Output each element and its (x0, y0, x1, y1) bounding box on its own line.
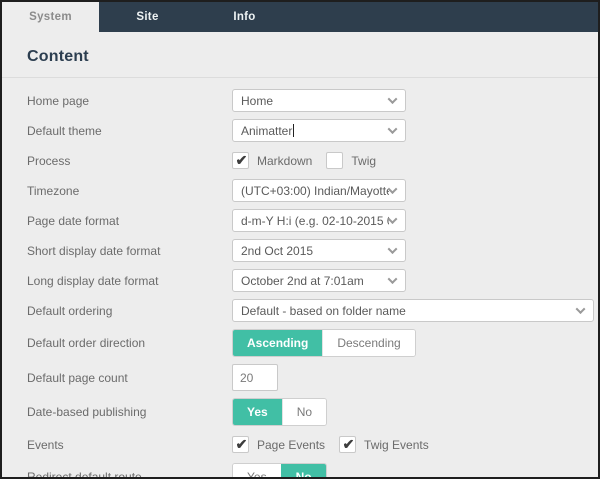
page-date-format-select[interactable]: d-m-Y H:i (e.g. 02-10-2015 07:01) (232, 209, 406, 232)
chevron-down-icon (576, 304, 586, 314)
chevron-down-icon (388, 244, 398, 254)
form-row-short-display-date-format: Short display date format 2nd Oct 2015 (27, 239, 590, 262)
selected-value: Animatter (241, 124, 294, 138)
field-label: Home page (27, 94, 232, 108)
field-control: Default - based on folder name (232, 299, 594, 322)
form-row-default-page-count: Default page count (27, 364, 590, 391)
field-label: Default ordering (27, 304, 232, 318)
field-control: YesNo (232, 398, 590, 426)
short-display-date-format-select[interactable]: 2nd Oct 2015 (232, 239, 406, 262)
chevron-down-icon (388, 124, 398, 134)
checkbox-label: Markdown (257, 154, 312, 168)
field-label: Default order direction (27, 336, 232, 350)
field-label: Date-based publishing (27, 405, 232, 419)
selected-value: Default - based on folder name (241, 304, 406, 318)
tab-site[interactable]: Site (99, 2, 196, 32)
twig-events-checkbox[interactable]: ✔ (339, 436, 356, 453)
checkbox-group-twig-events: ✔ Twig Events (339, 436, 429, 453)
field-label: Process (27, 154, 232, 168)
check-icon: ✔ (343, 437, 355, 451)
toggle-option-no[interactable]: No (281, 464, 326, 479)
field-control (232, 364, 590, 391)
toggle-option-ascending[interactable]: Ascending (233, 330, 322, 356)
checkbox-group-markdown: ✔ Markdown (232, 152, 312, 169)
field-label: Short display date format (27, 244, 232, 258)
checkbox-label: Twig Events (364, 438, 429, 452)
home-page-select[interactable]: Home (232, 89, 406, 112)
field-label: Timezone (27, 184, 232, 198)
timezone-select[interactable]: (UTC+03:00) Indian/Mayotte (232, 179, 406, 202)
check-icon: ✔ (236, 153, 248, 167)
field-control: (UTC+03:00) Indian/Mayotte (232, 179, 590, 202)
field-control: AscendingDescending (232, 329, 590, 357)
checkbox-group-twig: Twig (326, 152, 376, 169)
page-events-checkbox[interactable]: ✔ (232, 436, 249, 453)
toggle-option-no[interactable]: No (282, 399, 326, 425)
field-control: ✔ Page Events ✔ Twig Events (232, 436, 590, 453)
tab-bar: SystemSiteInfo (2, 2, 598, 32)
field-label: Events (27, 438, 232, 452)
selected-value: Home (241, 94, 273, 108)
field-label: Default page count (27, 371, 232, 385)
tab-system[interactable]: System (2, 2, 99, 32)
chevron-down-icon (388, 214, 398, 224)
markdown-checkbox[interactable]: ✔ (232, 152, 249, 169)
default-page-count-input[interactable] (232, 364, 278, 391)
page-title: Content (27, 48, 598, 66)
checkbox-label: Twig (351, 154, 376, 168)
date-based-publishing-toggle: YesNo (232, 398, 327, 426)
redirect-default-route-toggle: YesNo (232, 463, 327, 479)
settings-window: SystemSiteInfo Content Home page Home Defa… (0, 0, 600, 479)
checkbox-label: Page Events (257, 438, 325, 452)
field-control: October 2nd at 7:01am (232, 269, 590, 292)
toggle-option-descending[interactable]: Descending (322, 330, 414, 356)
field-label: Long display date format (27, 274, 232, 288)
default-order-direction-toggle: AscendingDescending (232, 329, 416, 357)
form-row-default-theme: Default theme Animatter (27, 119, 590, 142)
form-row-default-ordering: Default ordering Default - based on folde… (27, 299, 590, 322)
selected-value: October 2nd at 7:01am (241, 274, 364, 288)
field-control: ✔ Markdown Twig (232, 152, 590, 169)
text-cursor (293, 124, 294, 137)
default-ordering-select[interactable]: Default - based on folder name (232, 299, 594, 322)
long-display-date-format-select[interactable]: October 2nd at 7:01am (232, 269, 406, 292)
form-row-redirect-default-route: Redirect default routeYesNo (27, 463, 590, 479)
toggle-option-yes[interactable]: Yes (233, 464, 281, 479)
form-row-date-based-publishing: Date-based publishingYesNo (27, 398, 590, 426)
field-control: d-m-Y H:i (e.g. 02-10-2015 07:01) (232, 209, 590, 232)
tab-info[interactable]: Info (196, 2, 293, 32)
field-label: Redirect default route (27, 470, 232, 479)
chevron-down-icon (388, 274, 398, 284)
field-control: Animatter (232, 119, 590, 142)
form-row-process: Process ✔ Markdown Twig (27, 149, 590, 172)
field-label: Default theme (27, 124, 232, 138)
form-row-home-page: Home page Home (27, 89, 590, 112)
settings-form: Home page Home Default theme Animatter Proce… (2, 78, 598, 479)
selected-value: (UTC+03:00) Indian/Mayotte (241, 184, 389, 198)
check-icon: ✔ (236, 437, 248, 451)
field-control: 2nd Oct 2015 (232, 239, 590, 262)
form-row-long-display-date-format: Long display date format October 2nd at 7… (27, 269, 590, 292)
twig-checkbox[interactable] (326, 152, 343, 169)
form-row-default-order-direction: Default order directionAscendingDescendi… (27, 329, 590, 357)
form-row-events: Events ✔ Page Events ✔ Twig Events (27, 433, 590, 456)
chevron-down-icon (388, 184, 398, 194)
selected-value: d-m-Y H:i (e.g. 02-10-2015 07:01) (241, 214, 389, 228)
form-row-page-date-format: Page date format d-m-Y H:i (e.g. 02-10-20… (27, 209, 590, 232)
chevron-down-icon (388, 94, 398, 104)
toggle-option-yes[interactable]: Yes (233, 399, 282, 425)
form-row-timezone: Timezone (UTC+03:00) Indian/Mayotte (27, 179, 590, 202)
field-control: Home (232, 89, 590, 112)
field-control: YesNo (232, 463, 590, 479)
section-header: Content (2, 32, 598, 78)
default-theme-select[interactable]: Animatter (232, 119, 406, 142)
field-label: Page date format (27, 214, 232, 228)
checkbox-group-page-events: ✔ Page Events (232, 436, 325, 453)
selected-value: 2nd Oct 2015 (241, 244, 313, 258)
